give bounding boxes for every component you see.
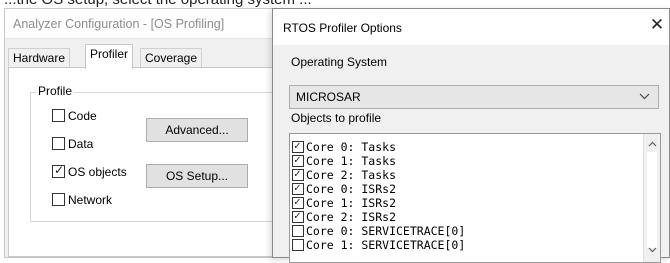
list-item-label: Core 2: ISRs2 (306, 210, 397, 224)
checkbox-box[interactable]: ✓ (292, 153, 304, 167)
check-icon: ✓ (54, 163, 65, 177)
checkbox-data[interactable]: Data (52, 137, 93, 153)
tab-coverage[interactable]: Coverage (140, 48, 203, 68)
list-item[interactable]: Core 0: SERVICETRACE[0] (292, 224, 465, 238)
close-icon[interactable]: ✕ (647, 15, 667, 35)
operating-system-select[interactable]: MICROSAR (289, 85, 659, 109)
checkbox-box[interactable] (52, 109, 65, 122)
dialog-titlebar: RTOS Profiler Options ✕ (273, 9, 669, 45)
list-item-label: Core 0: Tasks (306, 140, 397, 154)
checkbox-box[interactable]: ✓ (292, 167, 304, 181)
check-icon: ✓ (294, 181, 301, 194)
check-icon: ✓ (294, 195, 301, 208)
list-item[interactable]: ✓ Core 0: Tasks (292, 140, 465, 154)
check-icon: ✓ (294, 209, 301, 222)
objects-to-profile-label: Objects to profile (291, 111, 382, 125)
list-item-label: Core 0: ISRs2 (306, 182, 397, 196)
list-item-label: Core 2: Tasks (306, 168, 397, 182)
list-item[interactable]: ✓ Core 2: Tasks (292, 168, 465, 182)
checkbox-label: Data (68, 137, 94, 151)
check-icon: ✓ (294, 167, 301, 180)
list-scrollbar[interactable] (643, 134, 660, 262)
checkbox-os-objects[interactable]: ✓ OS objects (52, 163, 127, 181)
operating-system-value: MICROSAR (296, 90, 361, 104)
checkbox-network[interactable]: Network (52, 193, 112, 209)
checkbox-box[interactable]: ✓ (292, 209, 304, 223)
dialog-title: RTOS Profiler Options (283, 21, 402, 35)
background-caption-text: ...the OS setup, select the operating sy… (4, 0, 312, 8)
list-item[interactable]: ✓ Core 1: Tasks (292, 154, 465, 168)
checkbox-box[interactable]: ✓ (292, 139, 304, 153)
chevron-up-icon[interactable] (644, 136, 660, 153)
os-setup-button[interactable]: OS Setup... (146, 164, 248, 188)
list-item-label: Core 0: SERVICETRACE[0] (306, 224, 466, 238)
checkbox-label: Network (68, 193, 113, 207)
objects-to-profile-list[interactable]: ✓ Core 0: Tasks ✓ Core 1: Tasks ✓ Core 2: T… (289, 133, 661, 263)
chevron-down-icon[interactable] (644, 242, 660, 259)
background-caption: ...the OS setup, select the operating sy… (0, 0, 670, 8)
list-item-label: Core 1: ISRs2 (306, 196, 397, 210)
checkbox-box[interactable] (52, 137, 65, 150)
operating-system-label: Operating System (291, 55, 388, 69)
checkbox-label: OS objects (68, 165, 127, 179)
list-item[interactable]: ✓ Core 0: ISRs2 (292, 182, 465, 196)
advanced-button[interactable]: Advanced... (146, 118, 248, 142)
list-item[interactable]: ✓ Core 2: ISRs2 (292, 210, 465, 224)
checkbox-label: Code (68, 109, 97, 123)
check-icon: ✓ (294, 139, 301, 152)
tab-profiler[interactable]: Profiler (85, 44, 134, 69)
checkbox-box[interactable]: ✓ (292, 181, 304, 195)
rtos-profiler-options-dialog: RTOS Profiler Options ✕ Operating System… (272, 8, 670, 263)
list-item-label: Core 1: Tasks (306, 154, 397, 168)
chevron-down-icon[interactable] (639, 89, 650, 103)
checkbox-box[interactable]: ✓ (52, 163, 65, 178)
checkbox-box[interactable] (292, 225, 304, 237)
tab-hardware[interactable]: Hardware (8, 48, 71, 68)
objects-list-items: ✓ Core 0: Tasks ✓ Core 1: Tasks ✓ Core 2: T… (292, 140, 465, 252)
profile-group-label: Profile (36, 84, 75, 98)
checkbox-box[interactable] (292, 239, 304, 251)
scrollbar-thumb[interactable] (647, 152, 657, 248)
checkbox-box[interactable]: ✓ (292, 195, 304, 209)
checkbox-code[interactable]: Code (52, 109, 97, 125)
checkbox-box[interactable] (52, 193, 65, 206)
analyzer-window-title: Analyzer Configuration - [OS Profiling] (5, 9, 293, 39)
list-item[interactable]: ✓ Core 1: ISRs2 (292, 196, 465, 210)
check-icon: ✓ (294, 153, 301, 166)
